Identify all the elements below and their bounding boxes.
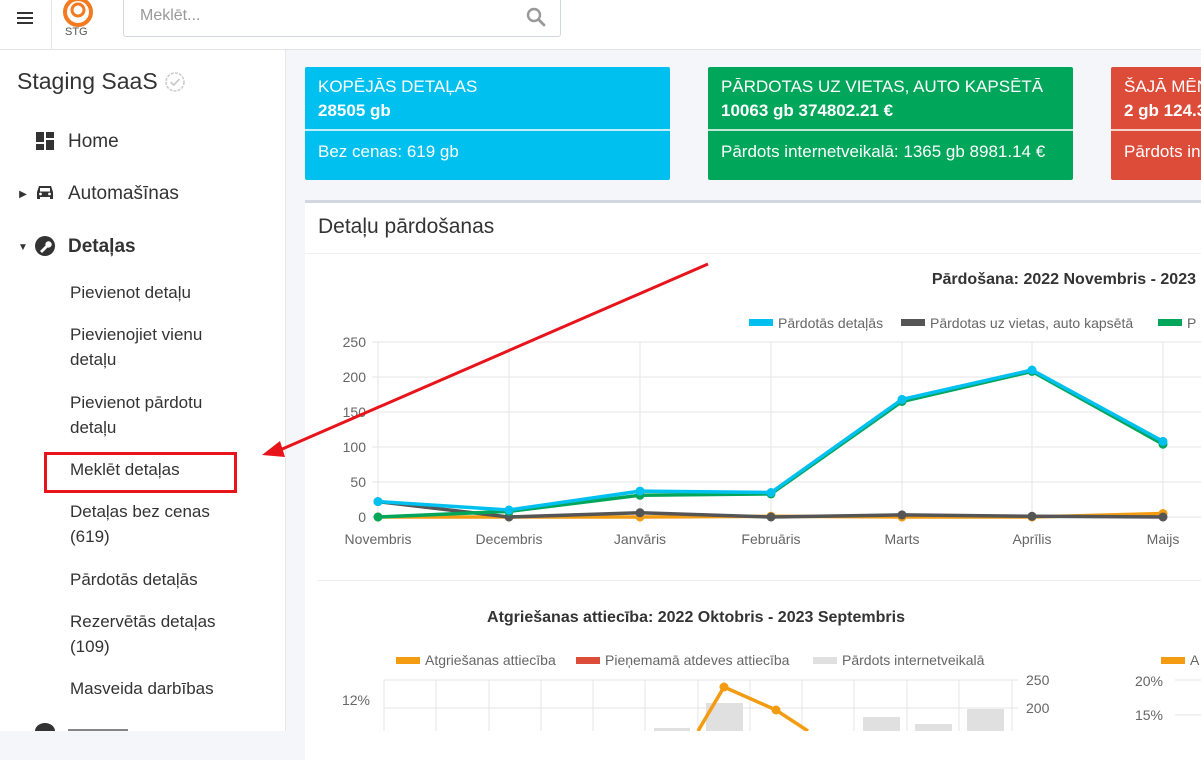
chart-title: Pārdošana: 2022 Novembris - 2023 — [932, 271, 1196, 288]
data-point — [897, 394, 907, 404]
x-tick-label: Novembris — [345, 531, 412, 547]
arrow-line — [279, 262, 709, 452]
data-point — [719, 682, 729, 692]
chart-title: Atgriešanas attiecība: 2022 Oktobris - 2… — [487, 609, 905, 626]
legend-swatch — [576, 657, 600, 664]
legend-label: Pārdotās detaļās — [778, 315, 883, 331]
bar — [967, 709, 1004, 731]
y2-tick-label: 250 — [1026, 672, 1050, 688]
y-tick-label: 200 — [343, 369, 367, 385]
chart-grid — [372, 341, 1201, 523]
data-point — [373, 497, 383, 507]
chart-legend: Pārdotās detaļās Pārdotas uz vietas, auto… — [749, 315, 1196, 331]
x-tick-label: Janvāris — [614, 531, 666, 547]
data-point — [373, 512, 383, 522]
x-axis-ticks: Novembris Decembris Janvāris Februāris Marts… — [345, 531, 1180, 547]
legend-label: Pārdotas uz vietas, auto kapsētā — [930, 315, 1133, 331]
bar — [915, 724, 952, 731]
x-tick-label: Aprīlis — [1013, 531, 1052, 547]
third-chart-partial: A 20% 15% — [1135, 652, 1201, 723]
chart-legend: Atgriešanas attiecība Pieņemamā atdeves a… — [396, 652, 985, 668]
annotation-arrow — [262, 262, 709, 457]
x-tick-label: Maijs — [1147, 531, 1180, 547]
data-point — [1158, 512, 1168, 522]
charts-layer: Pārdošana: 2022 Novembris - 2023 Pārdotā… — [262, 262, 1201, 731]
data-point — [897, 510, 907, 520]
legend-swatch — [1158, 319, 1182, 326]
y-tick-label: 15% — [1135, 707, 1163, 723]
data-point — [1158, 436, 1168, 446]
y-tick-label: 12% — [342, 692, 370, 708]
sales-line-chart: Pārdošana: 2022 Novembris - 2023 Pārdotā… — [343, 271, 1201, 547]
legend-label: A — [1190, 652, 1200, 668]
data-point — [766, 488, 776, 497]
bar — [863, 717, 900, 731]
legend-label: Atgriešanas attiecība — [425, 652, 556, 668]
arrow-head — [262, 441, 285, 457]
x-tick-label: Februāris — [741, 531, 800, 547]
legend-label: Pieņemamā atdeves attiecība — [605, 652, 790, 668]
y-tick-label: 20% — [1135, 673, 1163, 689]
data-point — [771, 705, 781, 715]
data-point — [1027, 365, 1037, 375]
data-point — [504, 505, 514, 515]
legend-label: P — [1187, 315, 1196, 331]
x-tick-label: Decembris — [476, 531, 543, 547]
data-point — [635, 486, 645, 496]
data-point — [1027, 511, 1037, 521]
legend-swatch — [749, 319, 773, 326]
data-point — [635, 508, 645, 518]
y-tick-label: 100 — [343, 439, 367, 455]
y-tick-label: 50 — [350, 474, 366, 490]
x-tick-label: Marts — [885, 531, 920, 547]
legend-swatch — [901, 319, 925, 326]
legend-swatch — [396, 657, 420, 664]
y2-tick-label: 200 — [1026, 700, 1050, 716]
y-tick-label: 0 — [358, 509, 366, 525]
y-axis-ticks: 050100150200250 — [343, 334, 367, 525]
legend-label: Pārdots internetveikalā — [842, 652, 985, 668]
legend-swatch — [813, 657, 837, 664]
legend-swatch — [1161, 657, 1185, 664]
return-ratio-chart: Atgriešanas attiecība: 2022 Oktobris - 2… — [342, 609, 1050, 731]
data-point — [766, 512, 776, 522]
y-tick-label: 250 — [343, 334, 367, 350]
